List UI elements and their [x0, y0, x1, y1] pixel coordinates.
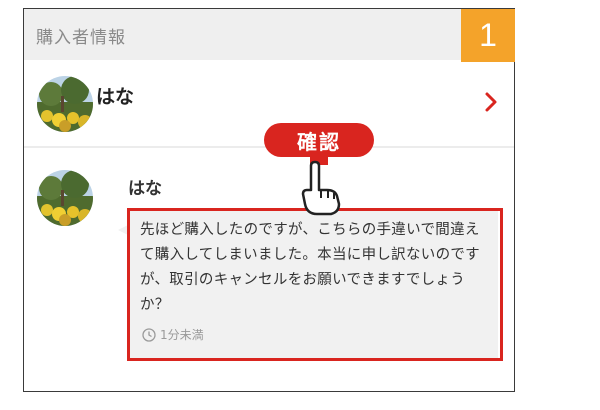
step-number-badge: 1: [461, 9, 515, 62]
sender-avatar: [37, 170, 93, 226]
highlight-frame: [127, 208, 503, 361]
buyer-name[interactable]: はな: [96, 82, 134, 109]
pointing-hand-icon: [301, 160, 341, 216]
buyer-avatar[interactable]: [37, 76, 93, 132]
message-sender-name: はな: [128, 179, 162, 199]
chevron-right-icon[interactable]: [481, 90, 501, 114]
confirm-callout: 確認: [264, 123, 374, 157]
buyer-info-header: 購入者情報: [24, 9, 514, 60]
header-title: 購入者情報: [36, 28, 126, 48]
